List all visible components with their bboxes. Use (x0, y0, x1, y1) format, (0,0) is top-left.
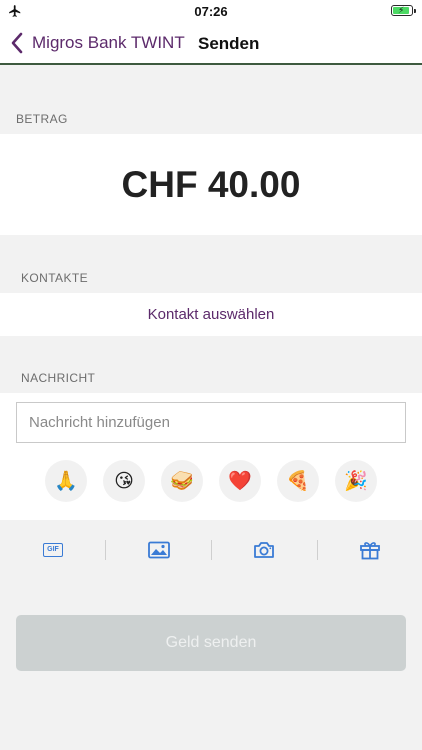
navigation-bar: Migros Bank TWINT Senden (0, 22, 422, 65)
battery-icon: ⚡ (391, 5, 416, 16)
toolbar-divider (105, 540, 106, 560)
emoji-kiss-button[interactable]: 😘 (103, 460, 145, 502)
image-icon (148, 541, 170, 559)
chevron-left-icon (11, 32, 23, 54)
contacts-section-label: KONTAKTE (21, 271, 88, 285)
contact-panel: Kontakt auswählen (0, 293, 422, 336)
message-panel: 🙏 😘 🥪 ❤️ 🍕 🎉 (0, 393, 422, 520)
emoji-party-button[interactable]: 🎉 (335, 460, 377, 502)
amount-section-label: BETRAG (16, 112, 68, 126)
amount-value: CHF 40.00 (121, 164, 301, 205)
select-contact-link[interactable]: Kontakt auswählen (0, 306, 422, 323)
send-money-button[interactable]: Geld senden (16, 615, 406, 671)
emoji-heart-button[interactable]: ❤️ (219, 460, 261, 502)
gift-icon (360, 542, 380, 560)
page-title: Senden (198, 34, 260, 53)
camera-icon (254, 542, 274, 558)
status-time: 07:26 (194, 4, 228, 19)
back-button[interactable]: Migros Bank TWINT (10, 30, 185, 56)
image-button[interactable] (147, 538, 171, 562)
emoji-sandwich-button[interactable]: 🥪 (161, 460, 203, 502)
message-section-label: NACHRICHT (21, 371, 96, 385)
gif-icon: GIF (43, 543, 63, 557)
camera-button[interactable] (252, 538, 276, 562)
amount-panel[interactable]: CHF 40.00 (0, 134, 422, 235)
gif-button[interactable]: GIF (41, 538, 65, 562)
status-bar: 07:26 ⚡ (0, 0, 422, 22)
emoji-pizza-button[interactable]: 🍕 (277, 460, 319, 502)
gift-button[interactable] (358, 538, 382, 562)
message-input[interactable] (16, 402, 406, 443)
emoji-folded-hands-button[interactable]: 🙏 (45, 460, 87, 502)
toolbar-divider (317, 540, 318, 560)
attachment-toolbar: GIF (0, 520, 422, 580)
back-label: Migros Bank TWINT (32, 33, 185, 52)
emoji-row: 🙏 😘 🥪 ❤️ 🍕 🎉 (0, 460, 422, 502)
toolbar-divider (211, 540, 212, 560)
